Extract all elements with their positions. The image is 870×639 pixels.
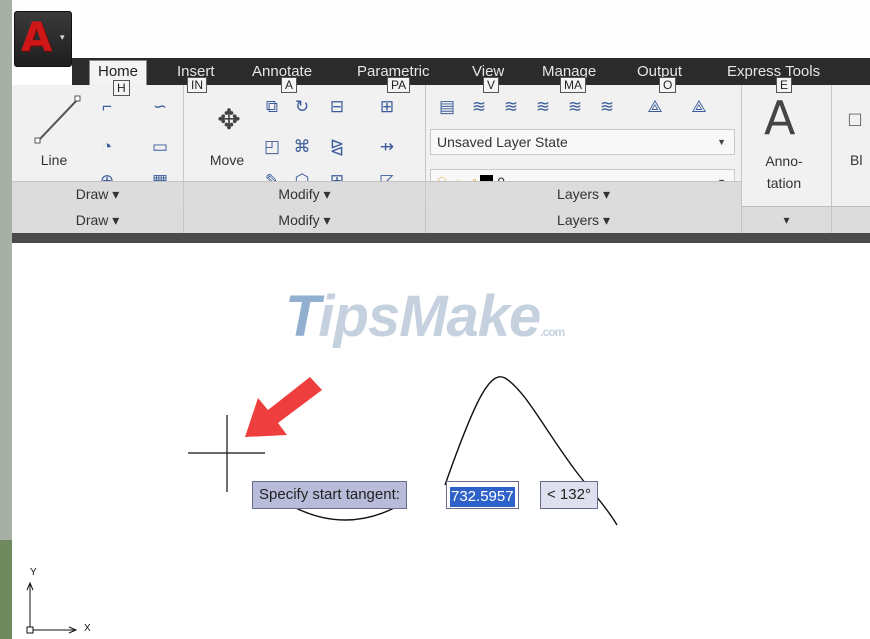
ucs-y-label: Y <box>30 567 37 578</box>
keytip-annotate: A <box>281 77 298 93</box>
keytip-parametric: PA <box>387 77 411 93</box>
drawing-geometry <box>26 376 618 634</box>
keytip-view: V <box>483 77 500 93</box>
ucs-x-label: X <box>84 623 91 634</box>
keytip-output: O <box>659 77 677 93</box>
keytip-manage: MA <box>560 77 586 93</box>
keytip-home: H <box>113 80 130 96</box>
dynamic-input-value-field[interactable]: 732.5957 <box>446 481 519 509</box>
ucs-icon <box>26 581 78 634</box>
dynamic-input-value: 732.5957 <box>450 487 515 507</box>
keytip-insert: IN <box>187 77 207 93</box>
dynamic-input-prompt: Specify start tangent: <box>252 481 407 509</box>
keytip-express-tools: E <box>776 77 793 93</box>
red-arrow-icon <box>245 377 322 437</box>
dynamic-input-angle-field[interactable]: < 132° <box>540 481 598 509</box>
autocad-window: A ▾ Home Insert Annotate Parametric View… <box>0 0 870 639</box>
